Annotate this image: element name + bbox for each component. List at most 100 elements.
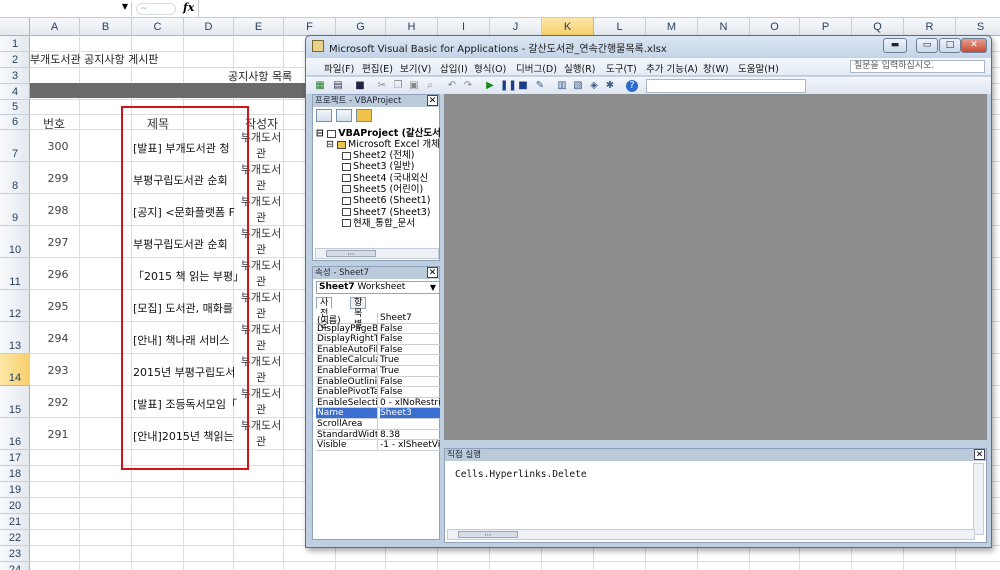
paste-icon[interactable]: ▣ (408, 80, 420, 92)
restore-button[interactable]: ▭ (916, 38, 938, 53)
row-header-13[interactable]: 13 (0, 322, 30, 354)
row-header-19[interactable]: 19 (0, 482, 30, 498)
code-window-area[interactable] (444, 94, 987, 440)
find-icon[interactable]: ⌕ (424, 80, 436, 92)
project-explorer-icon[interactable]: ▥ (556, 80, 568, 92)
row-header-10[interactable]: 10 (0, 226, 30, 258)
immediate-window[interactable]: 직접 실행 ✕ Cells.Hyperlinks.Delete ⋯ (444, 448, 987, 543)
break-icon[interactable]: ❚❚ (500, 80, 517, 92)
tab-categorized[interactable]: 항목별 (350, 297, 367, 330)
chevron-down-icon[interactable]: ▼ (122, 2, 128, 11)
row-header-3[interactable]: 3 (0, 68, 30, 84)
close-button[interactable]: ✕ (961, 38, 987, 53)
scroll-thumb[interactable]: ⋯ (326, 250, 376, 258)
copy-icon[interactable]: ❐ (392, 80, 404, 92)
column-header-c[interactable]: C (132, 18, 184, 36)
column-header-h[interactable]: H (386, 18, 438, 36)
column-header-g[interactable]: G (336, 18, 386, 36)
properties-panel-close-icon[interactable]: ✕ (427, 267, 438, 278)
column-header-e[interactable]: E (234, 18, 284, 36)
select-all-corner[interactable] (0, 18, 30, 36)
column-header-i[interactable]: I (438, 18, 490, 36)
column-header-s[interactable]: S (956, 18, 1000, 36)
tree-item-sheet[interactable]: Sheet3 (일반) (342, 161, 414, 172)
view-object-icon[interactable] (336, 109, 352, 122)
property-value[interactable]: 8.38 (380, 430, 440, 440)
property-value[interactable]: False (380, 345, 440, 355)
menu-item-0[interactable]: 파일(F) (324, 61, 354, 75)
tree-item-sheet[interactable]: 현재_통합_문서 (342, 218, 415, 229)
notice-number[interactable]: 293 (30, 364, 86, 377)
column-header-r[interactable]: R (904, 18, 956, 36)
property-row[interactable]: StandardWidth 8.38 (316, 429, 440, 441)
notice-number[interactable]: 292 (30, 396, 86, 409)
properties-window-icon[interactable]: ▧ (572, 80, 584, 92)
property-row[interactable]: (이름) Sheet7 (316, 313, 440, 326)
row-header-2[interactable]: 2 (0, 52, 30, 68)
column-header-p[interactable]: P (800, 18, 852, 36)
row-header-16[interactable]: 16 (0, 418, 30, 450)
notice-number[interactable]: 291 (30, 428, 86, 441)
project-hscrollbar[interactable]: ⋯ (315, 248, 439, 259)
save-icon[interactable]: ■ (354, 80, 366, 92)
menu-item-7[interactable]: 도구(T) (606, 61, 637, 75)
tree-item-sheet[interactable]: Sheet2 (전체) (342, 150, 414, 161)
row-header-23[interactable]: 23 (0, 546, 30, 562)
menu-item-3[interactable]: 삽입(I) (440, 61, 468, 75)
row-header-14[interactable]: 14 (0, 354, 30, 386)
notice-number[interactable]: 299 (30, 172, 86, 185)
column-header-q[interactable]: Q (852, 18, 904, 36)
property-row[interactable]: EnableSelection0 - xlNoRestrictions (316, 397, 440, 409)
property-row[interactable]: DisplayPageBreaksFalse (316, 323, 440, 335)
notice-number[interactable]: 295 (30, 300, 86, 313)
notice-number[interactable]: 300 (30, 140, 86, 153)
design-mode-icon[interactable]: ✎ (534, 80, 546, 92)
property-row[interactable]: Name Sheet3 (316, 408, 440, 419)
minimize-button[interactable]: ▬ (883, 38, 907, 53)
column-header-d[interactable]: D (184, 18, 234, 36)
row-header-12[interactable]: 12 (0, 290, 30, 322)
tree-item-sheet[interactable]: Sheet7 (Sheet3) (342, 207, 430, 218)
property-row[interactable]: ScrollArea (316, 418, 440, 430)
notice-number[interactable]: 294 (30, 332, 86, 345)
row-header-5[interactable]: 5 (0, 100, 30, 115)
chevron-down-icon[interactable]: ▼ (430, 282, 436, 293)
notice-number[interactable]: 296 (30, 268, 86, 281)
menu-item-2[interactable]: 보기(V) (400, 61, 431, 75)
notice-number[interactable]: 297 (30, 236, 86, 249)
menu-item-10[interactable]: 도움말(H) (738, 61, 779, 75)
insert-module-icon[interactable]: ▤ (332, 80, 344, 92)
property-value[interactable]: True (380, 366, 440, 376)
property-value[interactable]: Sheet7 (380, 313, 440, 323)
property-value[interactable]: False (380, 334, 440, 344)
view-excel-icon[interactable]: ▦ (314, 80, 326, 92)
tree-item-sheet[interactable]: Sheet4 (국내외신 (342, 173, 428, 184)
property-value[interactable]: False (380, 324, 440, 334)
property-row[interactable]: EnablePivotTableFalse (316, 387, 440, 398)
row-header-4[interactable]: 4 (0, 84, 30, 100)
toolbar-location-box[interactable] (646, 79, 806, 93)
property-value[interactable]: Sheet3 (380, 408, 440, 419)
row-header-20[interactable]: 20 (0, 498, 30, 514)
property-value[interactable]: True (380, 355, 440, 365)
property-row[interactable]: EnableAutoFilterFalse (316, 344, 440, 356)
scroll-thumb[interactable]: ⋯ (458, 531, 518, 539)
reset-icon[interactable]: ■ (517, 80, 529, 92)
menu-item-6[interactable]: 실행(R) (564, 61, 596, 75)
column-header-l[interactable]: L (594, 18, 646, 36)
tree-item-sheet[interactable]: Sheet5 (어린이) (342, 184, 423, 195)
column-header-a[interactable]: A (30, 18, 80, 36)
property-row[interactable]: EnableOutliningFalse (316, 376, 440, 388)
row-header-9[interactable]: 9 (0, 194, 30, 226)
immediate-close-icon[interactable]: ✕ (974, 449, 985, 460)
name-box[interactable]: ▼ (0, 2, 132, 16)
menu-item-9[interactable]: 창(W) (703, 61, 729, 75)
tab-alphabetic[interactable]: 사전순 (316, 297, 333, 330)
tree-root[interactable]: ⊟ VBAProject (갈산도서 (316, 128, 441, 139)
column-header-o[interactable]: O (750, 18, 800, 36)
immediate-code[interactable]: Cells.Hyperlinks.Delete (455, 469, 587, 480)
row-header-8[interactable]: 8 (0, 162, 30, 194)
column-header-b[interactable]: B (80, 18, 132, 36)
toolbox-icon[interactable]: ✱ (604, 80, 616, 92)
toggle-folders-icon[interactable] (356, 109, 372, 122)
